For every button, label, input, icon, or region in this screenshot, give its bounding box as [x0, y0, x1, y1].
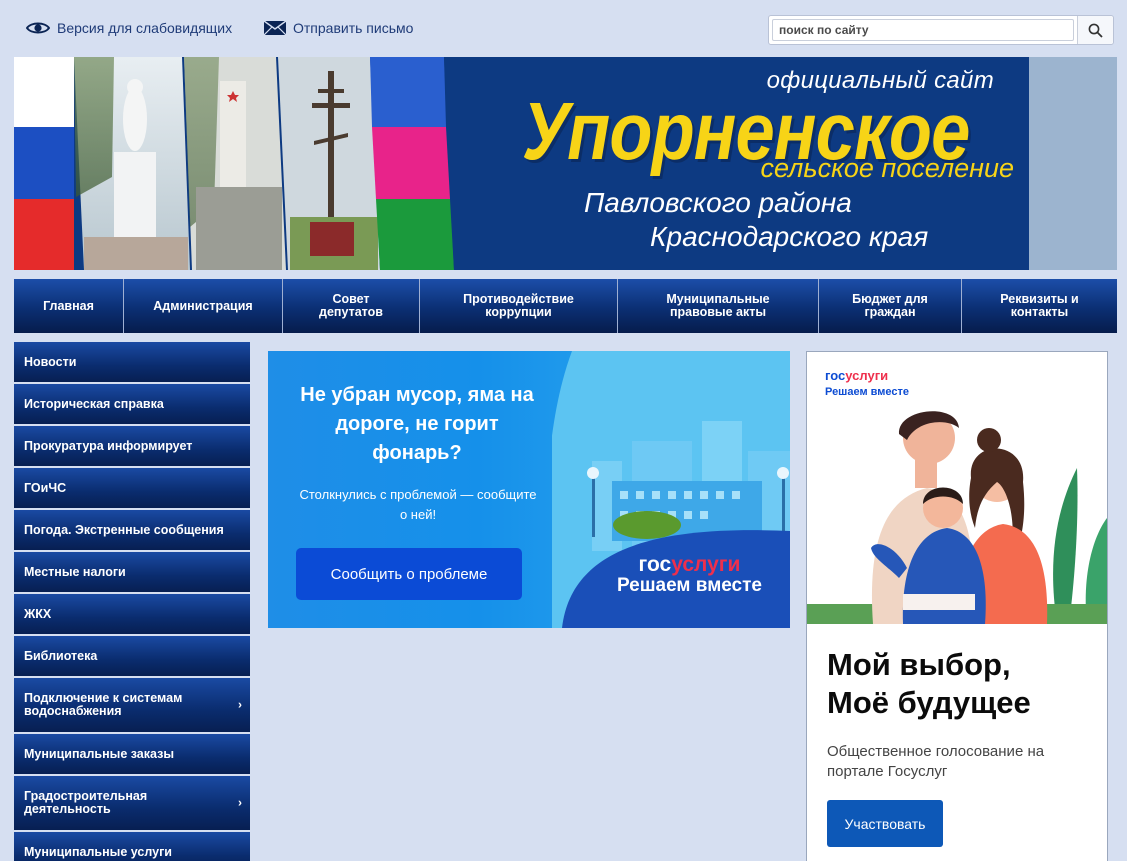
header-banner: официальный сайт Упорненское сельское по…: [14, 57, 1117, 270]
sidebar-item-history[interactable]: Историческая справка: [14, 384, 250, 426]
report-problem-banner[interactable]: Не убран мусор, яма на дороге, не горит …: [268, 351, 790, 628]
voting-ad: госуслуги Решаем вместе Мой выбор, Моё б…: [806, 351, 1108, 861]
nav-item-council[interactable]: Совет депутатов: [283, 279, 420, 333]
top-bar: Версия для слабовидящих Отправить письмо: [0, 0, 1127, 56]
send-mail-link[interactable]: Отправить письмо: [264, 20, 413, 36]
family-illustration: [807, 411, 1107, 624]
gosuslugi-tagline: Решаем вместе: [616, 575, 762, 596]
sidebar-menu: Новости Историческая справка Прокуратура…: [14, 342, 250, 861]
nav-item-budget[interactable]: Бюджет для граждан: [819, 279, 962, 333]
sidebar-item-water-supply[interactable]: Подключение к системам водоснабжения ›: [14, 678, 250, 734]
sidebar-item-local-taxes[interactable]: Местные налоги: [14, 552, 250, 594]
promo-subtitle: Столкнулись с проблемой — сообщите о ней…: [299, 487, 537, 522]
banner-district: Павловского района: [584, 187, 852, 218]
sidebar-item-weather[interactable]: Погода. Экстренные сообщения: [14, 510, 250, 552]
nav-item-anticorruption[interactable]: Противодействие коррупции: [420, 279, 618, 333]
banner-settlement-type: сельское поселение: [760, 153, 1014, 183]
banner-text: официальный сайт Упорненское сельское по…: [454, 57, 1054, 270]
search-box: [768, 15, 1114, 45]
search-icon: [1088, 23, 1103, 38]
gosuslugi-logo: госуслуги: [825, 368, 889, 383]
sidebar-item-prosecutor[interactable]: Прокуратура информирует: [14, 426, 250, 468]
nav-item-administration[interactable]: Администрация: [124, 279, 283, 333]
sidebar-item-municipal-services[interactable]: Муниципальные услуги: [14, 832, 250, 861]
envelope-icon: [264, 21, 286, 35]
sidebar-item-procurement[interactable]: Муниципальные заказы: [14, 734, 250, 776]
sidebar-item-civil-defense[interactable]: ГОиЧС: [14, 468, 250, 510]
ad-tagline: Решаем вместе: [825, 386, 909, 398]
nav-item-legal-acts[interactable]: Муниципальные правовые акты: [618, 279, 819, 333]
ad-headline: Мой выбор, Моё будущее: [827, 647, 1031, 720]
search-button[interactable]: [1077, 16, 1113, 44]
nav-item-contacts[interactable]: Реквизиты и контакты: [962, 279, 1117, 333]
accessibility-link[interactable]: Версия для слабовидящих: [26, 20, 232, 36]
accessibility-label: Версия для слабовидящих: [57, 20, 233, 36]
report-problem-button[interactable]: Сообщить о проблеме: [296, 548, 522, 600]
banner-photos: [14, 57, 474, 270]
eye-icon: [26, 22, 50, 34]
chevron-right-icon: ›: [238, 697, 242, 712]
gosuslugi-logo: госуслуги: [638, 553, 741, 576]
sidebar-item-housing[interactable]: ЖКХ: [14, 594, 250, 636]
send-mail-label: Отправить письмо: [293, 20, 414, 36]
ad-description: Общественное голосование на портале Госу…: [827, 743, 1045, 780]
promo-title: Не убран мусор, яма на дороге, не горит …: [300, 384, 534, 464]
banner-right-panel: [1029, 57, 1117, 270]
chevron-right-icon: ›: [238, 795, 242, 810]
sidebar-item-news[interactable]: Новости: [14, 342, 250, 384]
banner-region: Краснодарского края: [650, 221, 929, 252]
main-nav: Главная Администрация Совет депутатов Пр…: [14, 279, 1117, 333]
nav-item-home[interactable]: Главная: [14, 279, 124, 333]
search-input[interactable]: [772, 19, 1074, 41]
gosuslugi-brand: госуслуги Решаем вместе: [617, 553, 762, 597]
sidebar-item-library[interactable]: Библиотека: [14, 636, 250, 678]
participate-button[interactable]: Участвовать: [827, 800, 943, 847]
sidebar-item-urban-planning[interactable]: Градостроительная деятельность ›: [14, 776, 250, 832]
